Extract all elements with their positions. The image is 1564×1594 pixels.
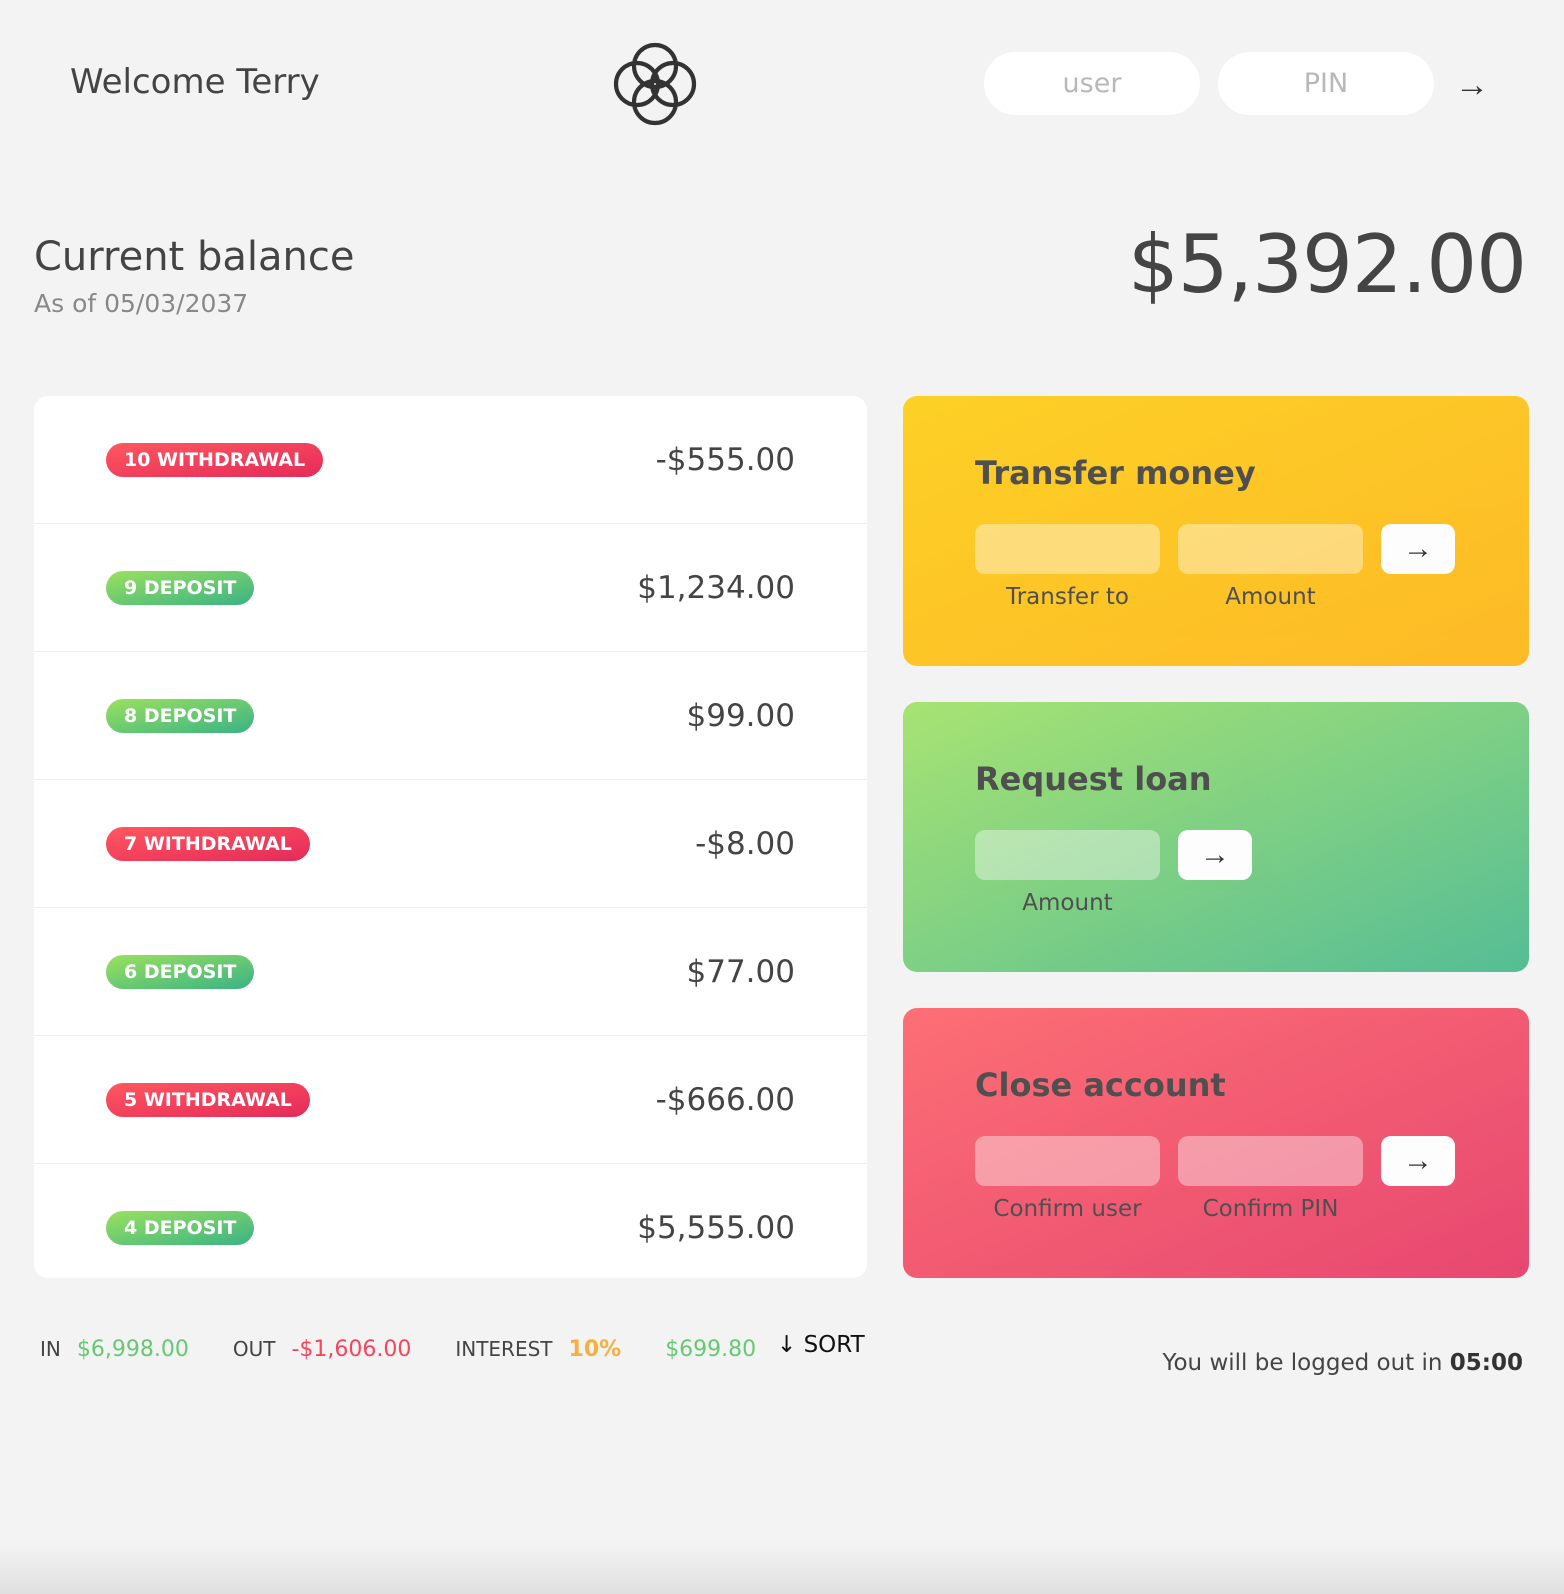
logout-timer-value: 05:00 <box>1449 1350 1523 1376</box>
transfer-amount-input[interactable] <box>1178 524 1363 574</box>
movement-type-badge: 5 WITHDRAWAL <box>106 1082 310 1117</box>
movements-list: 10 WITHDRAWAL -$555.00 9 DEPOSIT $1,234.… <box>34 396 867 1278</box>
movement-value: -$555.00 <box>655 441 795 478</box>
movement-type-badge: 4 DEPOSIT <box>106 1211 255 1245</box>
confirm-pin-label: Confirm PIN <box>1202 1196 1339 1222</box>
bankist-app: Welcome Terry → Current balance As of 05… <box>0 0 1564 1594</box>
movement-value: $5,555.00 <box>637 1210 795 1246</box>
transfer-submit-button[interactable]: → <box>1381 524 1455 574</box>
loan-amount-input[interactable] <box>975 830 1160 880</box>
transfer-amount-label: Amount <box>1225 584 1316 610</box>
summary-interest-label: Interest <box>455 1337 553 1361</box>
summary-in-label: In <box>40 1337 61 1361</box>
arrow-right-icon: → <box>1455 65 1489 104</box>
summary-interest-value: $699.80 <box>665 1336 757 1362</box>
movement-type-badge: 9 DEPOSIT <box>106 570 255 605</box>
movement-value: -$666.00 <box>655 1081 795 1118</box>
request-loan-card: Request loan → Amount <box>903 702 1529 972</box>
login-pin-input[interactable] <box>1218 52 1434 115</box>
movement-row: 4 DEPOSIT $5,555.00 <box>34 1164 867 1278</box>
arrow-right-icon: → <box>1403 532 1433 565</box>
movement-row: 5 WITHDRAWAL -$666.00 <box>34 1036 867 1164</box>
balance-date-value: 05/03/2037 <box>104 289 249 318</box>
movement-row: 8 DEPOSIT $99.00 <box>34 652 867 780</box>
movement-row: 9 DEPOSIT $1,234.00 <box>34 524 867 652</box>
loan-submit-button[interactable]: → <box>1178 830 1252 880</box>
loan-title: Request loan <box>975 760 1212 798</box>
sort-button[interactable]: ↓ SORT <box>777 1332 865 1358</box>
logout-timer: You will be logged out in 05:00 <box>1162 1350 1523 1376</box>
summary-out-label: Out <box>232 1337 276 1361</box>
confirm-user-input[interactable] <box>975 1136 1160 1186</box>
movement-type-badge: 7 WITHDRAWAL <box>106 826 310 861</box>
top-nav: Welcome Terry → <box>0 0 1564 170</box>
transfer-title: Transfer money <box>975 454 1256 492</box>
movement-row: 6 DEPOSIT $77.00 <box>34 908 867 1036</box>
movement-row: 7 WITHDRAWAL -$8.00 <box>34 780 867 908</box>
transfer-to-label: Transfer to <box>1006 584 1129 610</box>
transfer-money-card: Transfer money → Transfer to Amount <box>903 396 1529 666</box>
close-title: Close account <box>975 1066 1226 1104</box>
bottom-shadow <box>0 1544 1564 1594</box>
logout-timer-text: You will be logged out in <box>1162 1350 1443 1376</box>
balance-value: $5,392.00 <box>1127 218 1527 311</box>
summary-in-value: $6,998.00 <box>76 1336 189 1362</box>
balance-date-prefix: As of <box>34 289 97 318</box>
movement-value: -$8.00 <box>695 825 795 862</box>
movement-value: $99.00 <box>686 697 795 734</box>
arrow-right-icon: → <box>1403 1144 1433 1177</box>
summary-bar: In $6,998.00 Out -$1,606.00 Interest 10%… <box>40 1334 800 1364</box>
movement-type-badge: 8 DEPOSIT <box>106 698 255 733</box>
movement-row: 10 WITHDRAWAL -$555.00 <box>34 396 867 524</box>
summary-interest-rate: 10% <box>568 1336 622 1362</box>
welcome-message: Welcome Terry <box>70 62 320 102</box>
movement-value: $1,234.00 <box>637 569 795 606</box>
loan-amount-label: Amount <box>1022 890 1113 916</box>
arrow-right-icon: → <box>1200 838 1230 871</box>
summary-out-value: -$1,606.00 <box>291 1336 412 1362</box>
login-button[interactable]: → <box>1446 62 1498 108</box>
confirm-user-label: Confirm user <box>993 1196 1142 1222</box>
movement-type-badge: 10 WITHDRAWAL <box>106 442 324 477</box>
movement-value: $77.00 <box>686 953 795 990</box>
balance-date: As of 05/03/2037 <box>34 289 248 318</box>
confirm-pin-input[interactable] <box>1178 1136 1363 1186</box>
movement-type-badge: 6 DEPOSIT <box>106 954 255 989</box>
close-submit-button[interactable]: → <box>1381 1136 1455 1186</box>
logo-icon <box>613 42 697 126</box>
close-account-card: Close account → Confirm user Confirm PIN <box>903 1008 1529 1278</box>
transfer-to-input[interactable] <box>975 524 1160 574</box>
login-user-input[interactable] <box>984 52 1200 115</box>
balance-label: Current balance <box>34 234 355 280</box>
